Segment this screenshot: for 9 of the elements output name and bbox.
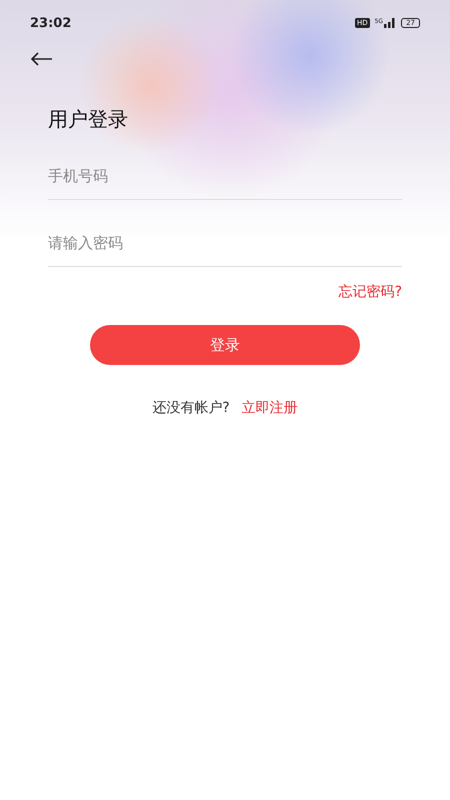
register-prompt: 还没有帐户? <box>152 399 230 417</box>
page-title: 用户登录 <box>48 106 129 133</box>
register-link[interactable]: 立即注册 <box>242 399 298 417</box>
signal-icon <box>384 18 396 28</box>
login-button[interactable]: 登录 <box>90 325 360 365</box>
forgot-password-link[interactable]: 忘记密码? <box>338 283 402 301</box>
status-time: 23:02 <box>30 16 72 30</box>
input-field[interactable]: 手机号码 <box>48 153 402 200</box>
input-field[interactable]: 请输入密码 <box>48 220 402 267</box>
